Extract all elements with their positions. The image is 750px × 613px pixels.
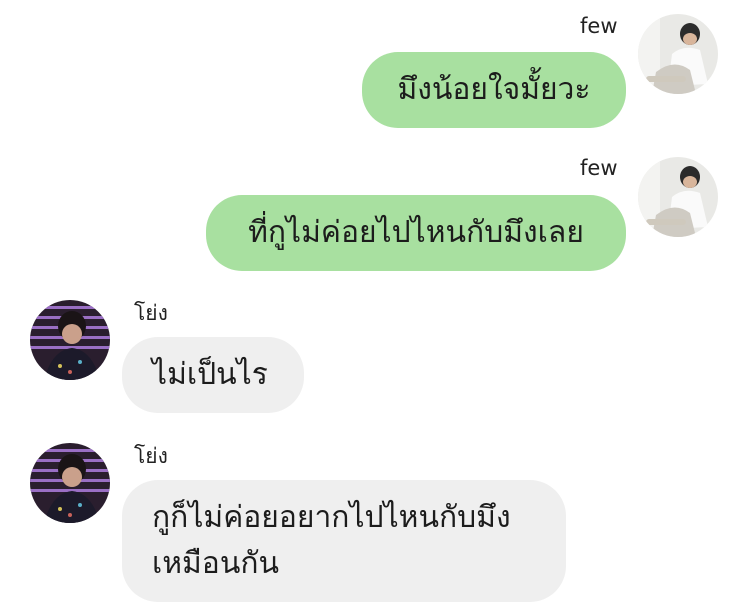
message-bubble-outgoing[interactable]: ที่กูไม่ค่อยไปไหนกับมึงเลย xyxy=(206,195,626,271)
avatar-yong-icon[interactable] xyxy=(30,443,110,523)
sender-name: few xyxy=(580,14,618,38)
message-text-line: เหมือนกัน xyxy=(152,546,280,581)
avatar-few-icon[interactable] xyxy=(638,157,718,237)
message-text: ที่กูไม่ค่อยไปไหนกับมึงเลย xyxy=(248,215,584,250)
message-row: few มึงน้อยใจมั้ยวะ xyxy=(0,0,750,140)
message-text: ไม่เป็นไร xyxy=(152,357,268,392)
sender-name: โย่ง xyxy=(134,444,168,468)
sender-name: โย่ง xyxy=(134,301,168,325)
avatar-few-icon[interactable] xyxy=(638,14,718,94)
message-text: มึงน้อยใจมั้ยวะ xyxy=(397,72,591,107)
sender-name: few xyxy=(580,156,618,180)
message-bubble-outgoing[interactable]: มึงน้อยใจมั้ยวะ xyxy=(362,52,626,128)
message-row: โย่ง ไม่เป็นไร xyxy=(0,285,750,425)
message-row: โย่ง กูก็ไม่ค่อยอยากไปไหนกับมึง เหมือนกั… xyxy=(0,425,750,613)
message-bubble-incoming[interactable]: กูก็ไม่ค่อยอยากไปไหนกับมึง เหมือนกัน xyxy=(122,480,566,602)
message-row: few ที่กูไม่ค่อยไปไหนกับมึงเลย xyxy=(0,140,750,285)
avatar-yong-icon[interactable] xyxy=(30,300,110,380)
message-bubble-incoming[interactable]: ไม่เป็นไร xyxy=(122,337,304,413)
message-text-line: กูก็ไม่ค่อยอยากไปไหนกับมึง xyxy=(152,500,511,535)
